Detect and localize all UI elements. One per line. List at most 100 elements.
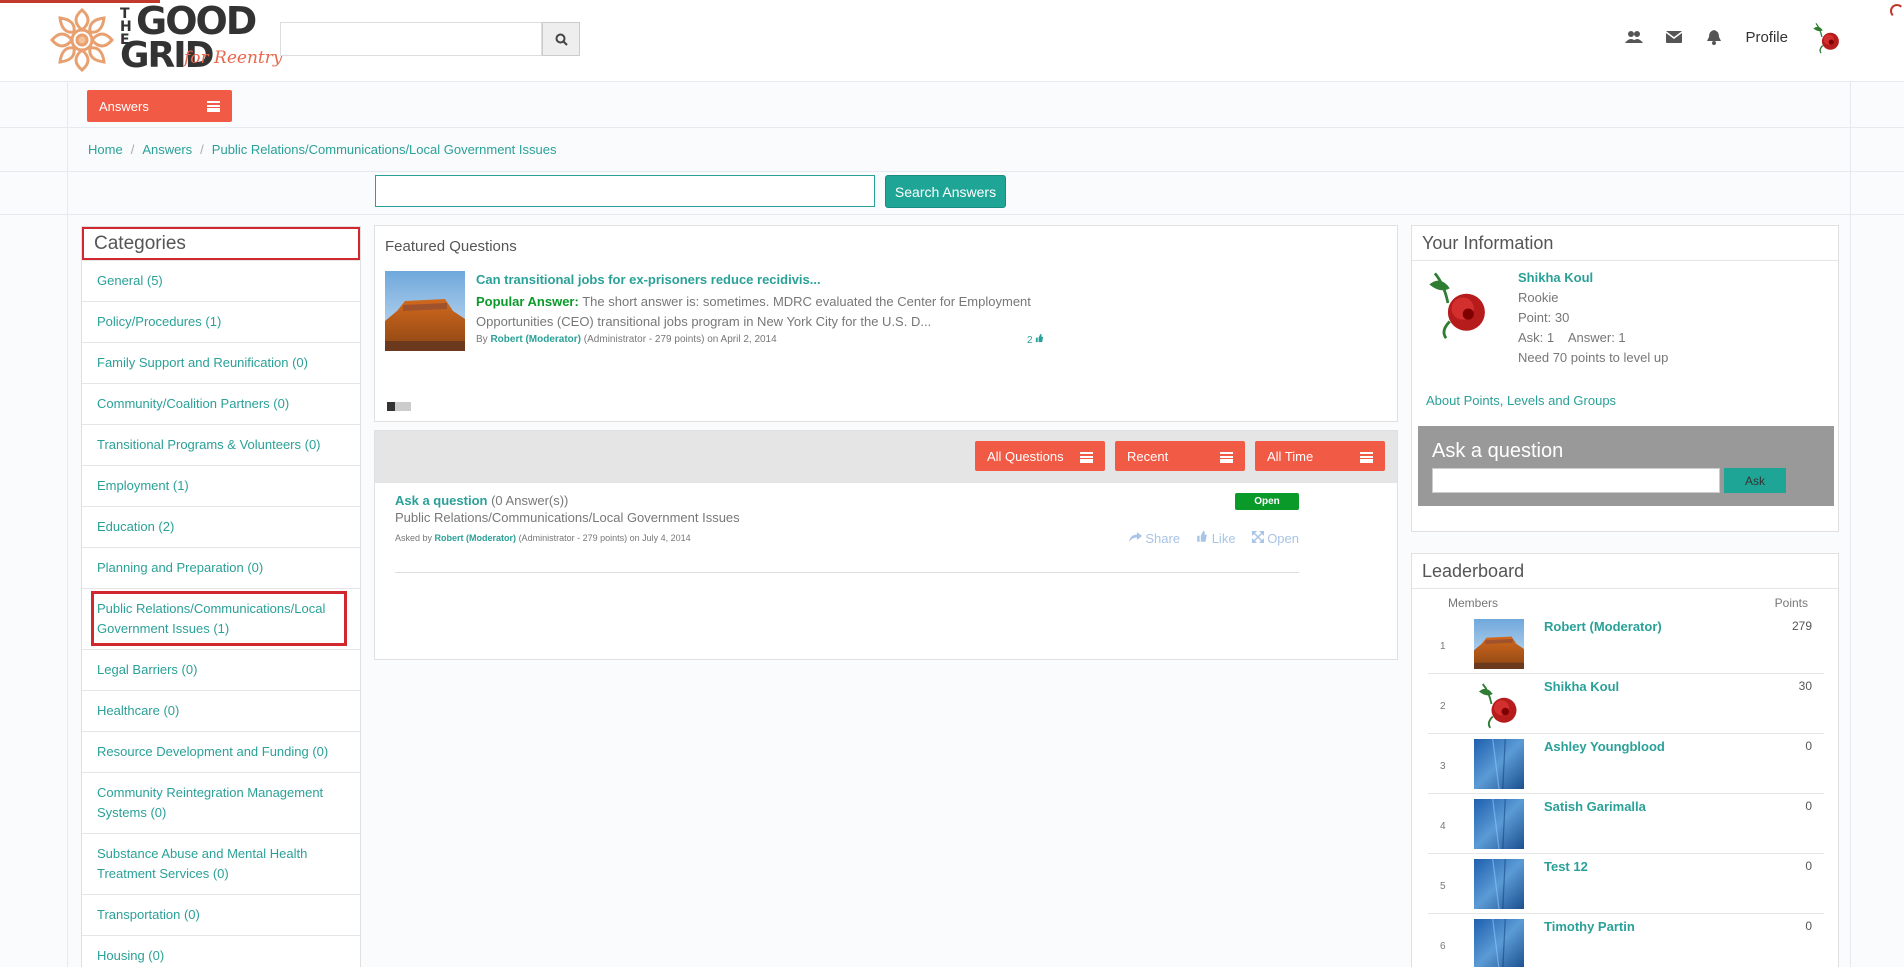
points-column-header: Points <box>1774 596 1808 610</box>
questions-list-panel: All Questions Recent All Time Ask a ques… <box>374 430 1398 660</box>
category-item[interactable]: Substance Abuse and Mental Health Treatm… <box>82 833 360 894</box>
users-icon[interactable] <box>1625 28 1644 46</box>
featured-thumbnail[interactable] <box>385 271 465 351</box>
category-item[interactable]: General (5) <box>82 260 360 301</box>
site-search-input[interactable] <box>280 22 542 56</box>
category-item[interactable]: Employment (1) <box>82 465 360 506</box>
filter-time[interactable]: All Time <box>1255 441 1385 471</box>
question-author-link[interactable]: Robert (Moderator) <box>435 533 517 543</box>
filter-all-questions[interactable]: All Questions <box>975 441 1105 471</box>
ask-question-input[interactable] <box>1432 468 1720 493</box>
category-item[interactable]: Education (2) <box>82 506 360 547</box>
filter-recent[interactable]: Recent <box>1115 441 1245 471</box>
category-item[interactable]: Community/Coalition Partners (0) <box>82 383 360 424</box>
category-item[interactable]: Healthcare (0) <box>82 690 360 731</box>
category-item[interactable]: Family Support and Reunification (0) <box>82 342 360 383</box>
envelope-icon[interactable] <box>1665 28 1683 46</box>
featured-question-link[interactable]: Can transitional jobs for ex-prisoners r… <box>476 272 821 287</box>
member-name-link[interactable]: Robert (Moderator) <box>1544 619 1662 634</box>
hamburger-icon <box>1220 452 1233 463</box>
member-avatar[interactable] <box>1474 919 1524 967</box>
profile-link[interactable]: Profile <box>1745 29 1788 46</box>
like-button[interactable]: Like <box>1196 531 1236 546</box>
leaderboard-row[interactable]: 5 Test 12 0 <box>1428 854 1824 914</box>
points-levels-link[interactable]: About Points, Levels and Groups <box>1426 393 1616 408</box>
category-item[interactable]: Planning and Preparation (0) <box>82 547 360 588</box>
share-label: Share <box>1145 531 1181 546</box>
answers-search-input[interactable] <box>375 175 875 207</box>
member-avatar[interactable] <box>1474 619 1524 669</box>
site-logo[interactable]: THE GOOD GRID for Reentry <box>48 2 283 76</box>
question-title-line: Ask a question (0 Answer(s)) <box>395 493 1299 508</box>
answer-count: Answer: 1 <box>1567 330 1626 345</box>
leaderboard-header: Members Points <box>1448 596 1808 610</box>
member-avatar[interactable] <box>1474 679 1524 729</box>
author-meta: (Administrator - 279 points) <box>583 334 705 345</box>
member-name-link[interactable]: Ashley Youngblood <box>1544 739 1665 754</box>
popular-answer-label: Popular Answer: <box>476 294 579 309</box>
category-item[interactable]: Transitional Programs & Volunteers (0) <box>82 424 360 465</box>
share-button[interactable]: Share <box>1128 531 1181 546</box>
leaderboard-rank: 1 <box>1440 641 1446 652</box>
breadcrumb-answers[interactable]: Answers <box>142 142 192 157</box>
leaderboard-row[interactable]: 6 Timothy Partin 0 <box>1428 914 1824 967</box>
leaderboard-row[interactable]: 3 Ashley Youngblood 0 <box>1428 734 1824 794</box>
ask-count: Ask: 1 <box>1518 330 1555 345</box>
answers-menu-button[interactable]: Answers <box>87 90 232 122</box>
top-navbar: THE GOOD GRID for Reentry Profile <box>0 0 1904 82</box>
category-item[interactable]: Community Reintegration Management Syste… <box>82 772 360 833</box>
member-name-link[interactable]: Timothy Partin <box>1544 919 1635 934</box>
member-name-link[interactable]: Test 12 <box>1544 859 1588 874</box>
share-icon <box>1128 532 1142 542</box>
logo-tagline: for Reentry <box>184 48 283 68</box>
leaderboard-row[interactable]: 2 Shikha Koul 30 <box>1428 674 1824 734</box>
site-search-button[interactable] <box>542 22 580 56</box>
expand-icon <box>1250 530 1265 544</box>
member-avatar[interactable] <box>1474 739 1524 789</box>
question-category: Public Relations/Communications/Local Go… <box>395 510 740 525</box>
user-details: Shikha Koul Rookie Point: 30 Ask: 1 Answ… <box>1518 268 1668 368</box>
hamburger-icon <box>1080 452 1093 463</box>
user-avatar[interactable] <box>1422 266 1496 340</box>
breadcrumb-current[interactable]: Public Relations/Communications/Local Go… <box>212 142 557 157</box>
leaderboard-row[interactable]: 1 Robert (Moderator) 279 <box>1428 614 1824 674</box>
question-actions: Share Like Open <box>1128 530 1299 546</box>
user-level: Rookie <box>1518 290 1559 305</box>
category-item[interactable]: Resource Development and Funding (0) <box>82 731 360 772</box>
open-button[interactable]: Open <box>1250 530 1299 546</box>
user-ask-answer-counts: Ask: 1 Answer: 1 <box>1518 328 1668 348</box>
leaderboard-title: Leaderboard <box>1412 554 1838 589</box>
breadcrumb: Home / Answers / Public Relations/Communic… <box>88 142 557 157</box>
thumbs-up-icon <box>1036 334 1044 343</box>
category-item[interactable]: Legal Barriers (0) <box>82 649 360 690</box>
divider <box>0 127 1904 128</box>
breadcrumb-home[interactable]: Home <box>88 142 123 157</box>
slider-pager[interactable] <box>387 402 411 411</box>
leaderboard-rank: 3 <box>1440 761 1446 772</box>
question-title-link[interactable]: Ask a question <box>395 493 487 508</box>
flower-logo-icon <box>50 8 114 72</box>
category-item[interactable]: Housing (0) <box>82 935 360 967</box>
your-information-title: Your Information <box>1412 226 1838 261</box>
question-author-meta: (Administrator - 279 points) on July 4, … <box>518 533 691 543</box>
bell-icon[interactable] <box>1705 28 1723 46</box>
member-name-link[interactable]: Satish Garimalla <box>1544 799 1646 814</box>
member-avatar[interactable] <box>1474 859 1524 909</box>
user-avatar[interactable] <box>1810 20 1844 54</box>
member-name-link[interactable]: Shikha Koul <box>1544 679 1619 694</box>
featured-author-link[interactable]: Robert (Moderator) <box>490 334 581 345</box>
category-item[interactable]: Policy/Procedures (1) <box>82 301 360 342</box>
category-item-selected[interactable]: Public Relations/Communications/Local Go… <box>82 588 360 649</box>
search-answers-button[interactable]: Search Answers <box>885 175 1006 208</box>
category-item[interactable]: Transportation (0) <box>82 894 360 935</box>
featured-title: Featured Questions <box>385 238 517 255</box>
leaderboard-row[interactable]: 4 Satish Garimalla 0 <box>1428 794 1824 854</box>
divider <box>0 171 1904 172</box>
ask-button[interactable]: Ask <box>1724 468 1786 493</box>
featured-questions-panel: Featured Questions Can transitional jobs… <box>374 225 1398 422</box>
user-name-link[interactable]: Shikha Koul <box>1518 268 1668 288</box>
active-slide-dot <box>387 402 395 411</box>
featured-likes[interactable]: 2 <box>1027 334 1044 346</box>
member-avatar[interactable] <box>1474 799 1524 849</box>
loading-spinner-icon <box>1890 4 1904 18</box>
